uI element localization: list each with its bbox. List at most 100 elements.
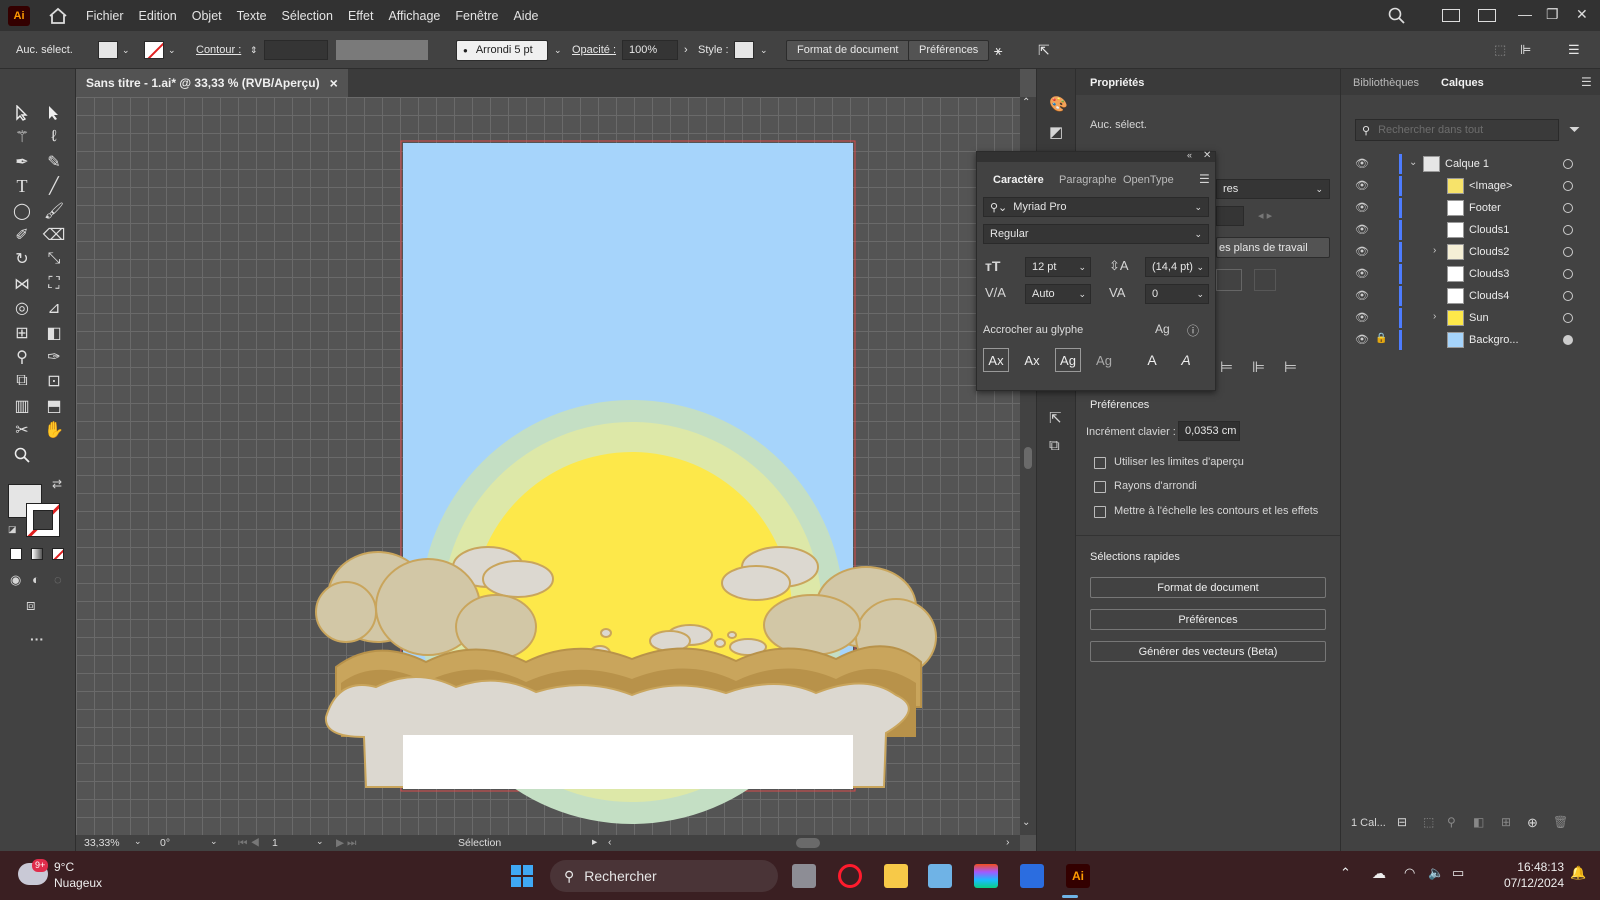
hand-tool-icon[interactable]: ✋ [42,418,66,442]
canvas-area[interactable] [76,97,1020,835]
clock-date[interactable]: 07/12/2024 [1494,876,1564,890]
gradient-tool-icon[interactable]: ◧ [42,321,66,345]
leading-field[interactable]: (14,4 pt) ⌄ [1145,257,1209,277]
stroke-swatch[interactable] [144,41,164,59]
eyedropper-icon[interactable]: ⚲ [10,345,34,369]
checkbox-scale-strokes[interactable] [1094,506,1106,518]
menu-fichier[interactable]: Fichier [86,9,124,23]
align-right-icon[interactable]: ⊨ [1284,358,1297,376]
menu-objet[interactable]: Objet [192,9,222,23]
onedrive-icon[interactable]: ☁ [1372,865,1386,882]
tab-libraries[interactable]: Bibliothèques [1353,77,1419,89]
scale-tool-icon[interactable]: ⤡ [42,247,66,271]
chevron-right-icon[interactable]: › [1433,245,1436,256]
new-sublayer-icon[interactable]: ⊞ [1501,815,1511,829]
layer-name[interactable]: Clouds2 [1469,246,1509,258]
menu-texte[interactable]: Texte [237,9,267,23]
menu-aide[interactable]: Aide [513,9,538,23]
symbol-sprayer-icon[interactable]: ⊡ [42,369,66,393]
visibility-eye-icon[interactable]: 👁 [1355,245,1369,258]
visibility-eye-icon[interactable]: 👁 [1355,223,1369,236]
lock-icon[interactable]: 🔒 [1375,333,1387,344]
shape-builder-icon[interactable]: ◎ [10,296,34,320]
layer-row[interactable]: 👁 ⌄ Calque 1 [1341,153,1600,175]
graph-tool-icon[interactable]: ▥ [10,394,34,418]
default-colors-icon[interactable]: ◪ [8,524,17,535]
width-tool-icon[interactable]: ⋈ [10,272,34,296]
opacity-label[interactable]: Opacité : [572,40,616,60]
figma-icon[interactable] [974,864,998,888]
type-tool-icon[interactable]: T [10,174,34,198]
swatches-icon[interactable]: ◩ [1049,123,1063,141]
pen-tool-icon[interactable]: ✒ [10,150,34,174]
collapse-panel-icon[interactable]: « [1187,150,1192,160]
layer-name[interactable]: Backgro... [1469,334,1519,346]
visibility-eye-icon[interactable]: 👁 [1355,289,1369,302]
baseline-snap-icon[interactable]: Ax [983,348,1009,372]
arrange-documents-icon[interactable] [1442,9,1460,22]
layer-row[interactable]: 👁 <Image> [1341,175,1600,197]
target-icon[interactable] [1563,291,1573,301]
export-asset-icon[interactable]: ⇱ [1049,409,1062,427]
chevron-down-icon[interactable]: ⌄ [316,836,324,847]
minimize-icon[interactable]: — [1518,6,1532,22]
file-explorer-icon[interactable] [884,864,908,888]
layer-name[interactable]: Sun [1469,312,1489,324]
draw-behind-icon[interactable]: ◐ [32,572,40,587]
selection-tool-icon[interactable] [10,101,34,125]
menu-affichage[interactable]: Affichage [388,9,440,23]
x-height-snap-icon[interactable]: Ax [1019,348,1045,372]
locate-object-icon[interactable]: ⚲ [1447,815,1456,829]
target-icon[interactable] [1563,313,1573,323]
illustrator-taskbar-icon[interactable]: Ai [1066,864,1090,888]
new-layer-icon[interactable]: ⊕ [1527,815,1538,831]
target-icon[interactable] [1563,159,1573,169]
document-tab[interactable]: Sans titre - 1.ai* @ 33,33 % (RVB/Aperçu… [76,69,348,97]
generate-vectors-button[interactable]: Générer des vecteurs (Beta) [1090,641,1326,662]
magic-wand-icon[interactable]: ⚚ [10,125,34,149]
document-setup-button[interactable]: Format de document [786,39,910,61]
draw-inside-icon[interactable]: ◌ [54,572,62,587]
line-tool-icon[interactable]: ╱ [42,174,66,198]
layer-row[interactable]: 👁 › Clouds2 [1341,241,1600,263]
align-icon[interactable]: ⊫ [1520,40,1531,60]
task-view-icon[interactable] [792,864,816,888]
blend-tool-icon[interactable]: ⧉ [10,369,34,393]
proximity-guides-icon[interactable]: Ag [1091,348,1117,372]
layer-name[interactable]: Clouds4 [1469,290,1509,302]
layer-name[interactable]: Clouds1 [1469,224,1509,236]
workspace-icon[interactable] [1478,9,1496,22]
eraser-icon[interactable]: ⌫ [42,223,66,247]
collect-export-icon[interactable]: ⊟ [1397,815,1407,829]
preferences-button[interactable]: Préférences [1090,609,1326,630]
free-transform-icon[interactable]: ⛶ [42,272,66,296]
checkbox-corner-radius[interactable] [1094,481,1106,493]
tracking-field[interactable]: 0 ⌄ [1145,284,1209,304]
chevron-down-icon[interactable]: ⌄ [134,836,142,847]
direct-selection-tool-icon[interactable] [42,101,66,125]
align-left-icon[interactable]: ⊨ [1220,358,1233,376]
clipping-icon[interactable]: ◧ [1473,815,1484,829]
angular-guides-icon[interactable]: A [1139,348,1165,372]
transparency-grid-icon[interactable] [1254,269,1276,291]
visibility-eye-icon[interactable]: 👁 [1355,179,1369,192]
measure-icon[interactable]: ✑ [42,345,66,369]
lasso-icon[interactable]: ℓ [42,125,66,149]
panel-menu-icon[interactable]: ☰ [1199,172,1210,186]
rotation-field[interactable]: 0° [160,837,170,849]
chevron-down-icon[interactable]: ⌄ [210,836,218,847]
layer-row[interactable]: 👁 › Sun [1341,307,1600,329]
horizontal-scroll-thumb[interactable] [796,838,820,848]
panel-menu-icon[interactable]: ☰ [1581,75,1592,89]
layer-name[interactable]: <Image> [1469,180,1512,192]
scroll-up-icon[interactable]: ⌃ [1022,97,1030,108]
artboard-tool-icon[interactable]: ⬒ [42,394,66,418]
document-setup-button[interactable]: Format de document [1090,577,1326,598]
screen-mode-icon[interactable]: ⧈ [26,597,36,614]
kerning-field[interactable]: Auto ⌄ [1025,284,1091,304]
font-style-field[interactable]: Regular ⌄ [983,224,1209,244]
tab-properties[interactable]: Propriétés [1090,77,1144,89]
layer-row[interactable]: 👁 🔒 Backgro... [1341,329,1600,351]
clock-time[interactable]: 16:48:13 [1504,860,1564,874]
swap-colors-icon[interactable]: ⇄ [52,477,62,491]
